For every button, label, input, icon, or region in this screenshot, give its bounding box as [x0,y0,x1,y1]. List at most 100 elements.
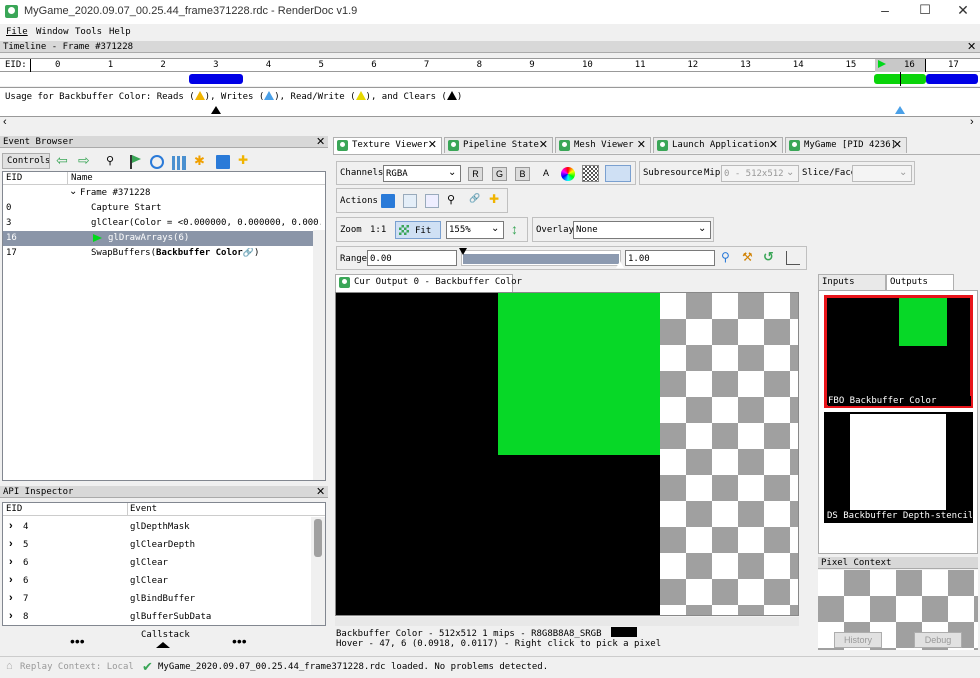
callstack-expand-icon[interactable] [156,642,170,648]
save-texture-icon[interactable] [381,194,395,208]
minimize-button[interactable]: – [870,2,900,22]
thumb-depth-stencil[interactable]: DS Backbuffer Depth-stencil [824,412,973,523]
channels-select[interactable]: RGBA ⌄ [383,165,461,182]
settings-puzzle-icon[interactable]: ✚ [489,192,503,206]
thumb-backbuffer-color[interactable]: FBO Backbuffer Color [824,295,973,408]
close-icon[interactable]: ✕ [769,138,778,151]
callstack-label[interactable]: Callstack [141,630,190,640]
canvas-scrollbar-v[interactable] [800,292,810,616]
mip-select[interactable]: 0 - 512x512 ⌄ [721,165,799,182]
controls-button[interactable]: Controls [2,153,50,169]
debug-button[interactable]: Debug [914,632,962,648]
chevron-right-icon[interactable]: › [9,556,13,568]
menu-window[interactable]: Window [36,27,69,37]
api-row[interactable]: › 6 glClear [3,572,309,590]
timeline-scrollbar[interactable]: ‹ › [0,116,980,130]
arrow-right-icon[interactable]: ⇨ [78,153,92,168]
arrow-left-icon[interactable]: ⇦ [56,153,70,168]
scroll-right-icon[interactable]: › [970,116,974,128]
more-dots-left[interactable]: ••• [70,633,85,649]
more-dots-right[interactable]: ••• [232,633,247,649]
range-max-handle[interactable] [616,261,624,268]
tree-scrollbar[interactable] [313,230,325,480]
close-icon[interactable]: ✕ [539,138,548,151]
import-icon[interactable] [425,194,439,208]
bookmark-flag-icon[interactable] [130,155,144,169]
channel-a-toggle[interactable]: A [543,168,549,178]
tab-mesh-viewer[interactable]: Mesh Viewer ✕ [555,137,651,153]
background-color-button[interactable] [605,165,631,182]
tab-pipeline-state[interactable]: Pipeline State ✕ [444,137,553,153]
link-icon[interactable]: 🔗 [243,248,254,258]
tab-mygame-connection[interactable]: MyGame [PID 4236] ✕ [785,137,907,153]
maximize-button[interactable]: ☐ [910,2,940,22]
tab-cur-output[interactable]: Cur Output 0 - Backbuffer Color [335,274,522,292]
histogram-icon[interactable] [786,251,800,265]
tree-row[interactable]: 3 glClear(Color = <0.000000, 0.000000, 0… [3,216,325,231]
col-event-header[interactable]: Event [130,504,157,514]
tree-row[interactable]: 17 SwapBuffers(Backbuffer Color🔗) [3,246,325,261]
timeline-eid-row[interactable]: EID: 0 1 2 3 4 5 6 7 8 9 10 11 12 13 14 15 17 16 [0,58,980,72]
resource-icon[interactable]: ✱ [194,153,208,168]
reset-range-icon[interactable]: ↺ [763,249,777,264]
api-row[interactable]: › 7 glBindBuffer [3,590,309,608]
row-name-resource[interactable]: Backbuffer Color [156,248,243,258]
chevron-down-icon[interactable]: ⌄ [69,186,77,197]
api-row[interactable]: › 5 glClearDepth [3,536,309,554]
col-eid-header[interactable]: EID [6,504,22,514]
close-icon[interactable]: ✕ [428,138,437,151]
chevron-right-icon[interactable]: › [9,592,13,604]
chevron-right-icon[interactable]: › [9,538,13,550]
scroll-left-icon[interactable]: ‹ [3,116,7,128]
tab-inputs[interactable]: Inputs [818,274,886,290]
channel-b-toggle[interactable]: B [515,167,530,181]
event-bar-draw[interactable] [189,74,243,84]
close-icon[interactable]: ✕ [893,138,902,151]
flip-vertical-icon[interactable]: ↕ [511,221,518,237]
api-scrollbar[interactable] [311,517,325,625]
checkerboard-toggle[interactable] [582,165,599,182]
pixel-context-view[interactable]: History Debug [818,570,978,650]
menu-help[interactable]: Help [109,27,131,37]
fit-button[interactable]: Fit [395,221,441,239]
range-min-input[interactable]: 0.00 [367,250,457,266]
close-window-button[interactable]: ✕ [948,2,978,22]
canvas-scrollbar-h[interactable] [335,617,799,626]
col-name-header[interactable]: Name [71,173,93,183]
event-bar-swap[interactable] [926,74,978,84]
settings-puzzle-icon[interactable]: ✚ [238,153,252,167]
color-wheel-icon[interactable] [561,167,575,181]
binoculars-icon[interactable]: ⚲ [447,193,461,207]
chevron-right-icon[interactable]: › [9,610,13,622]
close-icon[interactable]: ✕ [316,486,325,497]
range-max-input[interactable]: 1.00 [625,250,715,266]
auto-fit-wand-icon[interactable]: ⚒ [742,250,756,264]
clock-icon[interactable] [150,155,164,169]
tab-outputs[interactable]: Outputs [886,274,954,291]
binoculars-icon[interactable]: ⚲ [106,154,120,168]
api-scroll-thumb[interactable] [314,519,322,557]
channel-g-toggle[interactable]: G [492,167,507,181]
save-icon[interactable] [216,155,230,169]
tree-row[interactable]: 0 Capture Start [3,201,325,216]
statistics-icon[interactable] [172,156,186,170]
overlay-select[interactable]: None ⌄ [573,221,711,239]
range-min-handle[interactable] [459,248,467,255]
texture-canvas[interactable] [335,292,799,616]
menu-file[interactable]: File [6,27,28,37]
chevron-right-icon[interactable]: › [9,520,13,532]
zoom-1to1-button[interactable]: 1:1 [370,225,386,235]
api-row[interactable]: › 6 glClear [3,554,309,572]
menu-tools[interactable]: Tools [75,27,102,37]
api-row[interactable]: › 4 glDepthMask [3,518,309,536]
tree-row[interactable]: ⌄ Frame #371228 [3,186,325,201]
close-icon[interactable]: ✕ [316,136,325,147]
channel-r-toggle[interactable]: R [468,167,483,181]
replay-context-label[interactable]: Replay Context: Local [20,662,134,672]
zoom-select[interactable]: 155% ⌄ [446,221,504,239]
range-histogram[interactable] [459,248,624,268]
chevron-right-icon[interactable]: › [9,574,13,586]
history-button[interactable]: History [834,632,882,648]
link-icon[interactable]: 🔗 [469,194,483,208]
tab-launch-application[interactable]: Launch Application ✕ [653,137,783,153]
